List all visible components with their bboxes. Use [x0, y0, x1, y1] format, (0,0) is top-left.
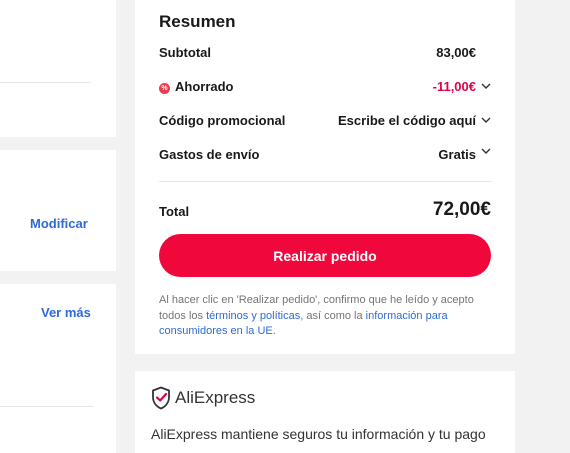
summary-title: Resumen [159, 12, 236, 31]
chevron-down-icon[interactable] [480, 78, 492, 94]
delivery-card: Modificar [0, 150, 116, 271]
promo-code-label: Código promocional [159, 113, 286, 128]
legal-notice: Al hacer clic en 'Realizar pedido', conf… [159, 294, 474, 337]
subtotal-label: Subtotal [159, 45, 211, 60]
divider [0, 82, 91, 83]
address-card [0, 0, 116, 137]
chevron-down-icon[interactable] [480, 112, 492, 128]
shipping-value: Gratis [438, 147, 476, 162]
promo-code-row[interactable]: Código promocional Escribe el código aqu… [159, 111, 492, 131]
total-value: 72,00€ [432, 199, 491, 220]
shipping-row[interactable]: Gastos de envío Gratis [159, 145, 492, 165]
shield-check-icon [152, 386, 170, 410]
subtotal-value: 83,00€ [436, 45, 476, 60]
terms-link[interactable]: términos y políticas [206, 310, 300, 322]
shipping-label: Gastos de envío [159, 147, 260, 162]
see-more-link[interactable]: Ver más [41, 305, 91, 320]
brand-name: AliExpress [175, 388, 256, 407]
saved-value: -11,00€ [432, 79, 476, 94]
saved-row[interactable]: % Ahorrado -11,00€ [159, 77, 492, 97]
trust-card: AliExpress AliExpress mantiene seguros t… [135, 371, 515, 453]
trust-message: AliExpress mantiene seguros tu informaci… [151, 426, 486, 442]
chevron-down-icon[interactable] [480, 143, 492, 159]
place-order-button[interactable]: Realizar pedido [159, 234, 491, 277]
discount-badge-icon: % [159, 83, 170, 94]
saved-label: Ahorrado [175, 79, 234, 94]
subtotal-row: Subtotal 83,00€ [159, 43, 492, 63]
promo-code-placeholder[interactable]: Escribe el código aquí [338, 113, 476, 128]
order-summary-card: Resumen Subtotal 83,00€ % Ahorrado -11,00… [135, 0, 515, 354]
divider [159, 181, 492, 182]
total-label: Total [159, 204, 190, 219]
items-card: Ver más [0, 284, 116, 453]
modify-link[interactable]: Modificar [30, 216, 88, 231]
divider [0, 406, 93, 407]
